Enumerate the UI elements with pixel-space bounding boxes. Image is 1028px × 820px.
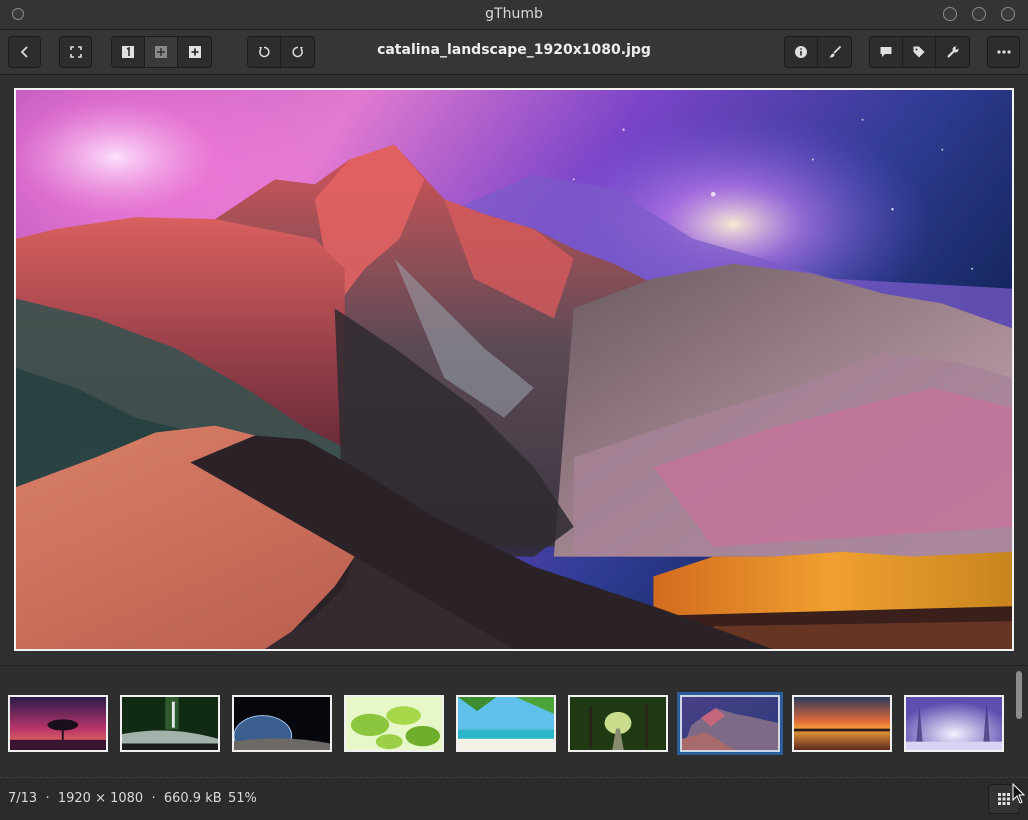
thumbnail[interactable]	[120, 695, 220, 752]
thumbnail[interactable]	[904, 695, 1004, 752]
info-button[interactable]	[785, 37, 818, 67]
comment-button[interactable]	[870, 37, 903, 67]
zoom-button-group	[111, 36, 212, 68]
fullscreen-icon	[69, 46, 82, 58]
actual-size-icon	[122, 46, 134, 58]
zoom-in-button[interactable]	[178, 37, 211, 67]
info-icon	[795, 46, 807, 58]
wrench-icon	[946, 46, 958, 58]
thumbnail[interactable]	[568, 695, 668, 752]
mouse-cursor-icon	[1012, 783, 1026, 804]
zoom-in-icon	[188, 46, 201, 58]
thumbnail-green-leaves	[346, 697, 442, 750]
brush-icon	[829, 45, 841, 58]
rotate-left-icon	[259, 46, 270, 58]
window-titlebar: gThumb	[0, 0, 1028, 30]
thumbnail[interactable]	[792, 695, 892, 752]
minimize-icon[interactable]	[943, 7, 957, 21]
more-icon	[996, 50, 1011, 54]
rotate-button-group	[247, 36, 315, 68]
maximize-icon[interactable]	[972, 7, 986, 21]
close-icon[interactable]	[1001, 7, 1015, 21]
thumbnail-tree-tunnel	[570, 697, 666, 750]
menu-button[interactable]	[987, 36, 1020, 68]
thumbnail[interactable]	[344, 695, 444, 752]
thumbnail-forest-waterfall	[122, 697, 218, 750]
thumbnail[interactable]	[232, 695, 332, 752]
thumbnail[interactable]	[8, 695, 108, 752]
thumbnail[interactable]	[456, 695, 556, 752]
rotate-right-button[interactable]	[281, 37, 314, 67]
fit-icon	[155, 46, 167, 58]
image-viewer	[0, 75, 1028, 665]
chevron-left-icon	[20, 46, 28, 58]
file-name-title: catalina_landscape_1920x1080.jpg	[377, 42, 651, 58]
fit-button[interactable]	[145, 37, 178, 67]
thumbnail-earth-space	[234, 697, 330, 750]
edit-button[interactable]	[818, 37, 851, 67]
metadata-button-group	[869, 36, 970, 68]
tools-button-group	[784, 36, 852, 68]
zoom-level[interactable]: 51%	[228, 791, 257, 806]
thumbnail-strip	[0, 665, 1028, 778]
thumbnail-selected[interactable]	[680, 695, 780, 752]
back-button[interactable]	[8, 36, 41, 68]
tools-button[interactable]	[936, 37, 969, 67]
tag-icon	[913, 46, 925, 58]
actual-size-button[interactable]	[112, 37, 145, 67]
main-image[interactable]	[14, 88, 1014, 651]
grid-icon	[998, 793, 1010, 805]
catalina-landscape-image	[16, 90, 1012, 649]
rotate-right-icon	[291, 46, 303, 58]
thumbnail-catalina-landscape	[682, 697, 778, 750]
thumbnail-purple-snow-forest	[906, 697, 1002, 750]
fullscreen-button[interactable]	[59, 36, 92, 68]
comment-icon	[880, 47, 892, 57]
window-title: gThumb	[485, 6, 543, 22]
thumbnail-beach-palm	[458, 697, 554, 750]
thumbnail-orange-sunset	[794, 697, 890, 750]
rotate-left-button[interactable]	[248, 37, 281, 67]
thumbnail-tree-sunset	[10, 697, 106, 750]
tag-button[interactable]	[903, 37, 936, 67]
image-info: 7/13 · 1920 × 1080 · 660.9 kB	[8, 791, 222, 806]
status-bar: 7/13 · 1920 × 1080 · 660.9 kB 51%	[0, 778, 1028, 820]
header-bar: catalina_landscape_1920x1080.jpg	[0, 30, 1028, 75]
thumbnail-scrollbar[interactable]	[1016, 671, 1022, 719]
